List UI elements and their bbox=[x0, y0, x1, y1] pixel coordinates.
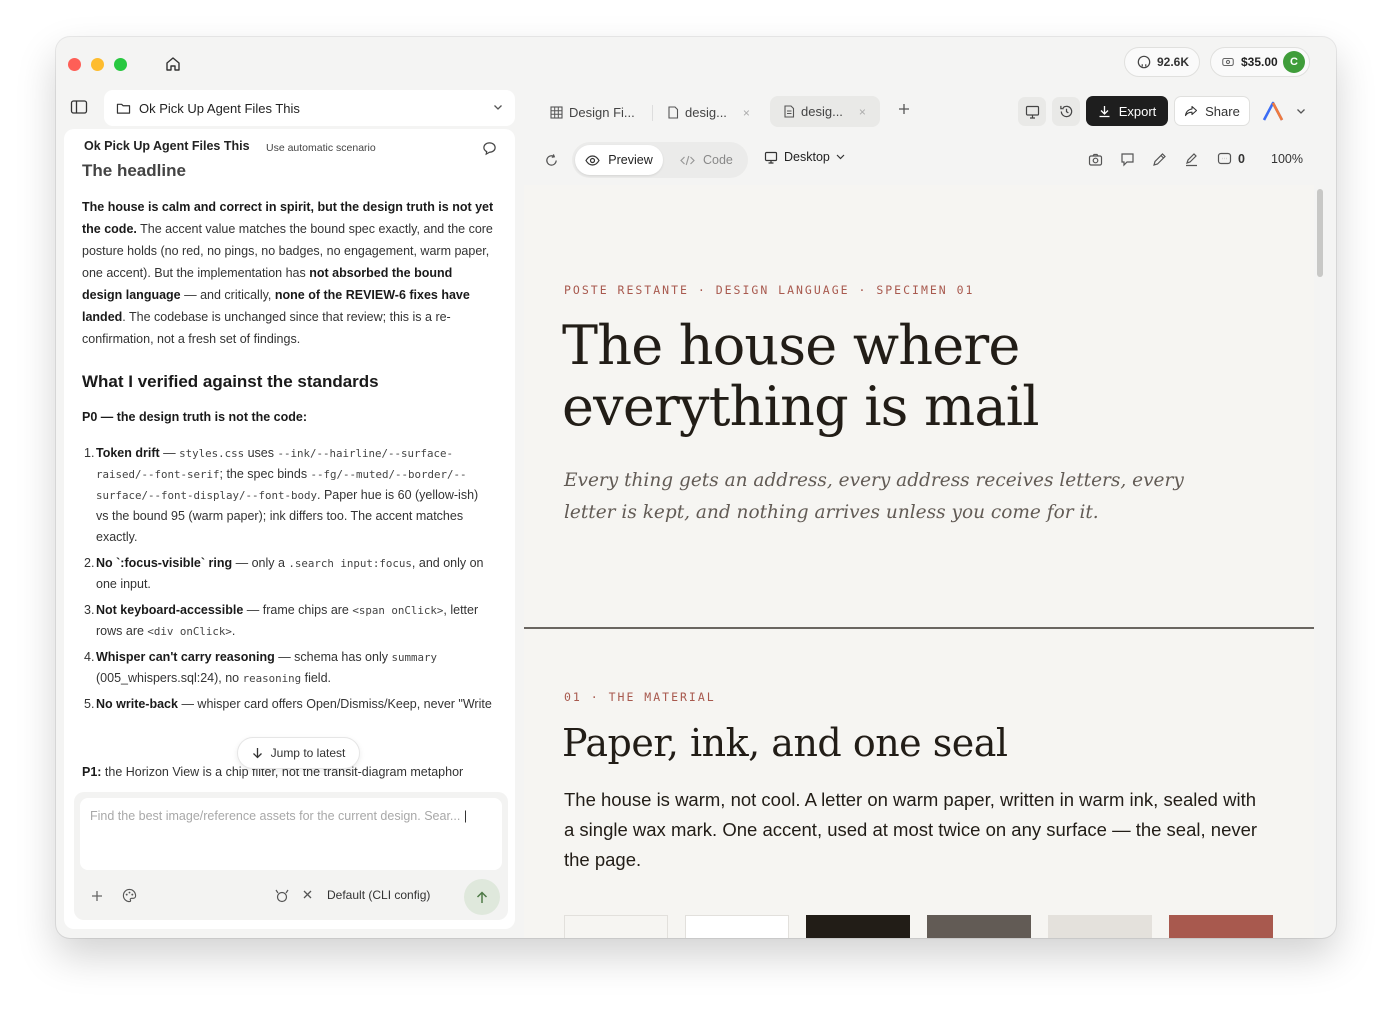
monitor-icon bbox=[1025, 105, 1039, 119]
hero-eyebrow: POSTE RESTANTE · DESIGN LANGUAGE · SPECI… bbox=[564, 283, 975, 297]
credits-amount: $35.00 bbox=[1241, 55, 1278, 69]
github-icon bbox=[1137, 55, 1151, 69]
device-selector[interactable]: Desktop bbox=[764, 150, 845, 164]
issue-item: 4. Whisper can't carry reasoning — schema… bbox=[84, 650, 437, 685]
close-window-button[interactable] bbox=[68, 58, 81, 71]
preview-tab[interactable]: Preview bbox=[575, 145, 663, 175]
scenario-toggle[interactable]: Use automatic scenario bbox=[266, 142, 376, 154]
close-tab-icon[interactable]: × bbox=[859, 105, 866, 119]
home-icon[interactable] bbox=[164, 55, 182, 73]
github-stars-button[interactable]: 92.6K bbox=[1124, 47, 1200, 77]
maximize-window-button[interactable] bbox=[114, 58, 127, 71]
section-heading: Paper, ink, and one seal bbox=[562, 721, 1008, 765]
credits-button[interactable]: $35.00 C bbox=[1210, 47, 1310, 77]
history-button[interactable] bbox=[1052, 97, 1080, 126]
screenshot-icon[interactable] bbox=[1088, 153, 1103, 167]
issue-item: 1. Token drift — styles.css uses --ink/--… bbox=[84, 446, 479, 544]
section-title: What I verified against the standards bbox=[82, 372, 379, 391]
tab-design-2[interactable]: desig... × bbox=[770, 96, 880, 127]
section-divider bbox=[524, 627, 1314, 629]
close-tab-icon[interactable]: × bbox=[743, 106, 750, 120]
color-swatch-border bbox=[1048, 915, 1152, 938]
share-icon bbox=[1185, 105, 1198, 117]
color-swatch-accent bbox=[1169, 915, 1273, 938]
tab-divider bbox=[652, 105, 653, 121]
color-swatch-ink bbox=[806, 915, 910, 938]
desktop-icon bbox=[764, 151, 778, 164]
minimize-window-button[interactable] bbox=[91, 58, 104, 71]
composer: Find the best image/reference assets for… bbox=[74, 792, 508, 920]
issue-list: 1. Token drift — styles.css uses --ink/--… bbox=[72, 443, 494, 721]
preview-scrollbar[interactable] bbox=[1317, 189, 1323, 277]
jump-to-latest-button[interactable]: Jump to latest bbox=[237, 737, 360, 769]
color-swatch-surface bbox=[685, 915, 789, 938]
clear-agent-icon[interactable] bbox=[302, 889, 313, 900]
chevron-down-icon bbox=[494, 105, 502, 110]
palette-icon[interactable] bbox=[122, 888, 137, 903]
grid-icon bbox=[550, 106, 563, 119]
export-button[interactable]: Export bbox=[1086, 96, 1168, 126]
app-window: 92.6K $35.00 C Ok Pick Up Agent Files Th… bbox=[56, 37, 1336, 938]
file-icon bbox=[668, 106, 679, 119]
intro-text-2: — and critically, bbox=[180, 288, 275, 302]
history-icon bbox=[1059, 105, 1072, 118]
project-title: Ok Pick Up Agent Files This bbox=[139, 100, 300, 116]
new-tab-icon[interactable] bbox=[898, 103, 910, 115]
hero-title: The house where everything is mail bbox=[562, 314, 1040, 438]
github-stars-count: 92.6K bbox=[1157, 55, 1190, 69]
brand-menu-chevron-icon[interactable] bbox=[1296, 108, 1306, 115]
p0-label: P0 — the design truth is not the code: bbox=[82, 410, 308, 424]
color-swatch-paper bbox=[564, 915, 668, 938]
chat-bubble-icon[interactable] bbox=[482, 141, 497, 156]
comment-icon bbox=[1217, 152, 1232, 165]
coin-icon bbox=[1222, 57, 1234, 67]
code-icon bbox=[680, 155, 695, 165]
tab-design-files[interactable]: Design Fi... bbox=[550, 98, 635, 127]
message-headline: The headline bbox=[82, 161, 186, 180]
section-eyebrow: 01 · THE MATERIAL bbox=[564, 690, 716, 704]
reload-icon[interactable] bbox=[544, 153, 559, 168]
view-mode-toggle: Preview Code bbox=[572, 142, 748, 178]
avatar[interactable]: C bbox=[1283, 51, 1305, 73]
folder-icon bbox=[116, 103, 131, 114]
design-preview-canvas[interactable]: POSTE RESTANTE · DESIGN LANGUAGE · SPECI… bbox=[524, 185, 1314, 938]
tab-design-2-inner: desig... × bbox=[783, 97, 866, 126]
message-intro: The house is calm and correct in spirit,… bbox=[82, 196, 494, 350]
color-swatch-muted bbox=[927, 915, 1031, 938]
comments-button[interactable]: 0 bbox=[1217, 152, 1245, 166]
tab-design-1[interactable]: desig... × bbox=[667, 98, 750, 127]
draw-icon[interactable] bbox=[1152, 152, 1167, 167]
chevron-down-icon bbox=[836, 154, 845, 160]
model-selector[interactable]: Default (CLI config) bbox=[327, 888, 430, 902]
share-button[interactable]: Share bbox=[1174, 96, 1250, 126]
doc-icon bbox=[784, 105, 795, 118]
p1-label: P1: bbox=[82, 765, 102, 779]
arrow-up-icon bbox=[476, 890, 488, 903]
zoom-level[interactable]: 100% bbox=[1271, 152, 1303, 166]
issue-item: 3. Not keyboard-accessible — frame chips … bbox=[84, 603, 479, 638]
brand-logo-icon[interactable] bbox=[1262, 101, 1284, 121]
project-selector[interactable]: Ok Pick Up Agent Files This bbox=[104, 90, 515, 126]
eye-icon bbox=[585, 154, 600, 166]
send-button[interactable] bbox=[464, 879, 500, 915]
comment-frame-icon[interactable] bbox=[1120, 152, 1135, 167]
issue-item: 5. No write-back — whisper card offers Op… bbox=[84, 697, 492, 711]
intro-text-3: . The codebase is unchanged since that r… bbox=[82, 310, 451, 346]
arrow-down-icon bbox=[252, 748, 262, 759]
chat-scroll-area[interactable]: Ok Pick Up Agent Files This Use automati… bbox=[64, 129, 515, 787]
code-tab[interactable]: Code bbox=[680, 145, 746, 175]
sidebar-toggle-icon[interactable] bbox=[70, 99, 92, 117]
add-attachment-icon[interactable] bbox=[91, 890, 103, 902]
composer-input[interactable]: Find the best image/reference assets for… bbox=[80, 798, 502, 870]
edit-icon[interactable] bbox=[1184, 152, 1199, 167]
section-body: The house is warm, not cool. A letter on… bbox=[564, 789, 1258, 870]
download-icon bbox=[1099, 105, 1110, 117]
chat-panel: Ok Pick Up Agent Files This Use automati… bbox=[64, 129, 515, 929]
chat-title: Ok Pick Up Agent Files This bbox=[84, 139, 250, 153]
hero-subtitle: Every thing gets an address, every addre… bbox=[564, 470, 1184, 523]
issue-item: 2. No `:focus-visible` ring — only a .sea… bbox=[84, 556, 484, 591]
agent-icon[interactable] bbox=[274, 888, 290, 903]
present-button[interactable] bbox=[1018, 97, 1046, 126]
